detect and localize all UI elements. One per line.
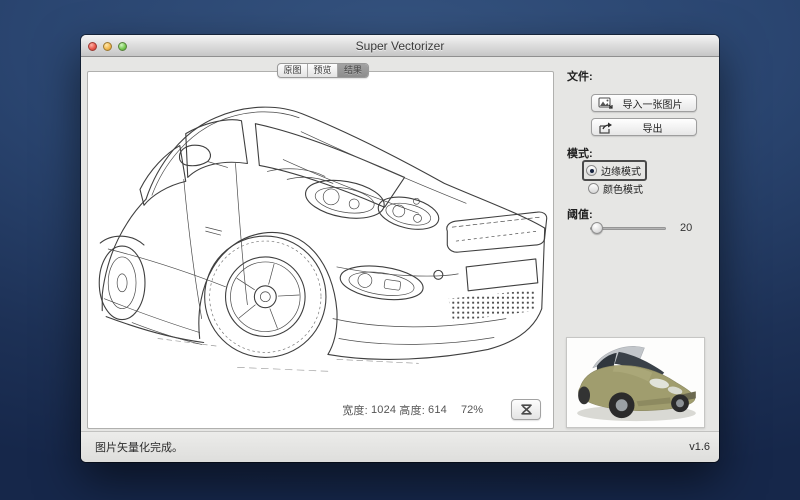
- view-mode-segmented-control: 原图 预览 结果: [277, 63, 369, 78]
- threshold-slider[interactable]: [590, 221, 666, 235]
- vectorized-car-drawing: [88, 72, 553, 428]
- edge-mode-label: 边缘模式: [601, 163, 641, 178]
- original-image-thumbnail: [566, 337, 705, 428]
- threshold-slider-row: 20: [590, 221, 698, 235]
- edge-mode-radio[interactable]: 边缘模式: [582, 160, 647, 181]
- app-window: Super Vectorizer 原图 预览 结果: [81, 35, 719, 462]
- threshold-value: 20: [680, 222, 692, 234]
- tab-original[interactable]: 原图: [278, 64, 308, 77]
- image-width-label: 宽度:: [342, 402, 368, 418]
- window-titlebar[interactable]: Super Vectorizer: [81, 35, 719, 57]
- export-label: 导出: [615, 120, 690, 135]
- fit-to-window-icon: [520, 403, 533, 416]
- status-bar: 图片矢量化完成。 v1.6: [81, 431, 719, 462]
- color-mode-label: 颜色模式: [603, 181, 643, 196]
- window-title: Super Vectorizer: [81, 35, 719, 57]
- zoom-percentage: 72%: [461, 404, 483, 416]
- status-message: 图片矢量化完成。: [95, 439, 183, 455]
- tab-preview[interactable]: 预览: [308, 64, 338, 77]
- image-height-label: 高度:: [399, 402, 425, 418]
- slider-thumb[interactable]: [591, 222, 603, 234]
- color-mode-radio[interactable]: 颜色模式: [586, 180, 647, 197]
- image-height-value: 614: [428, 404, 447, 416]
- threshold-section-label: 阈值:: [567, 206, 593, 222]
- image-import-icon: [598, 97, 613, 110]
- original-car-photo: [567, 338, 704, 427]
- radio-selected-icon: [586, 165, 597, 176]
- import-image-button[interactable]: 导入一张图片: [591, 94, 697, 112]
- image-width-value: 1024: [371, 404, 396, 416]
- result-canvas[interactable]: 宽度: 1024 高度: 614 72%: [87, 71, 554, 429]
- version-label: v1.6: [689, 441, 710, 453]
- canvas-info-row: 宽度: 1024 高度: 614 72%: [342, 399, 541, 420]
- radio-unselected-icon: [588, 183, 599, 194]
- fit-to-window-button[interactable]: [511, 399, 541, 420]
- import-image-label: 导入一张图片: [615, 96, 690, 111]
- export-arrow-icon: [598, 121, 613, 134]
- file-section-label: 文件:: [567, 68, 593, 84]
- tab-result[interactable]: 结果: [338, 64, 368, 77]
- mode-section-label: 模式:: [567, 145, 593, 161]
- export-button[interactable]: 导出: [591, 118, 697, 136]
